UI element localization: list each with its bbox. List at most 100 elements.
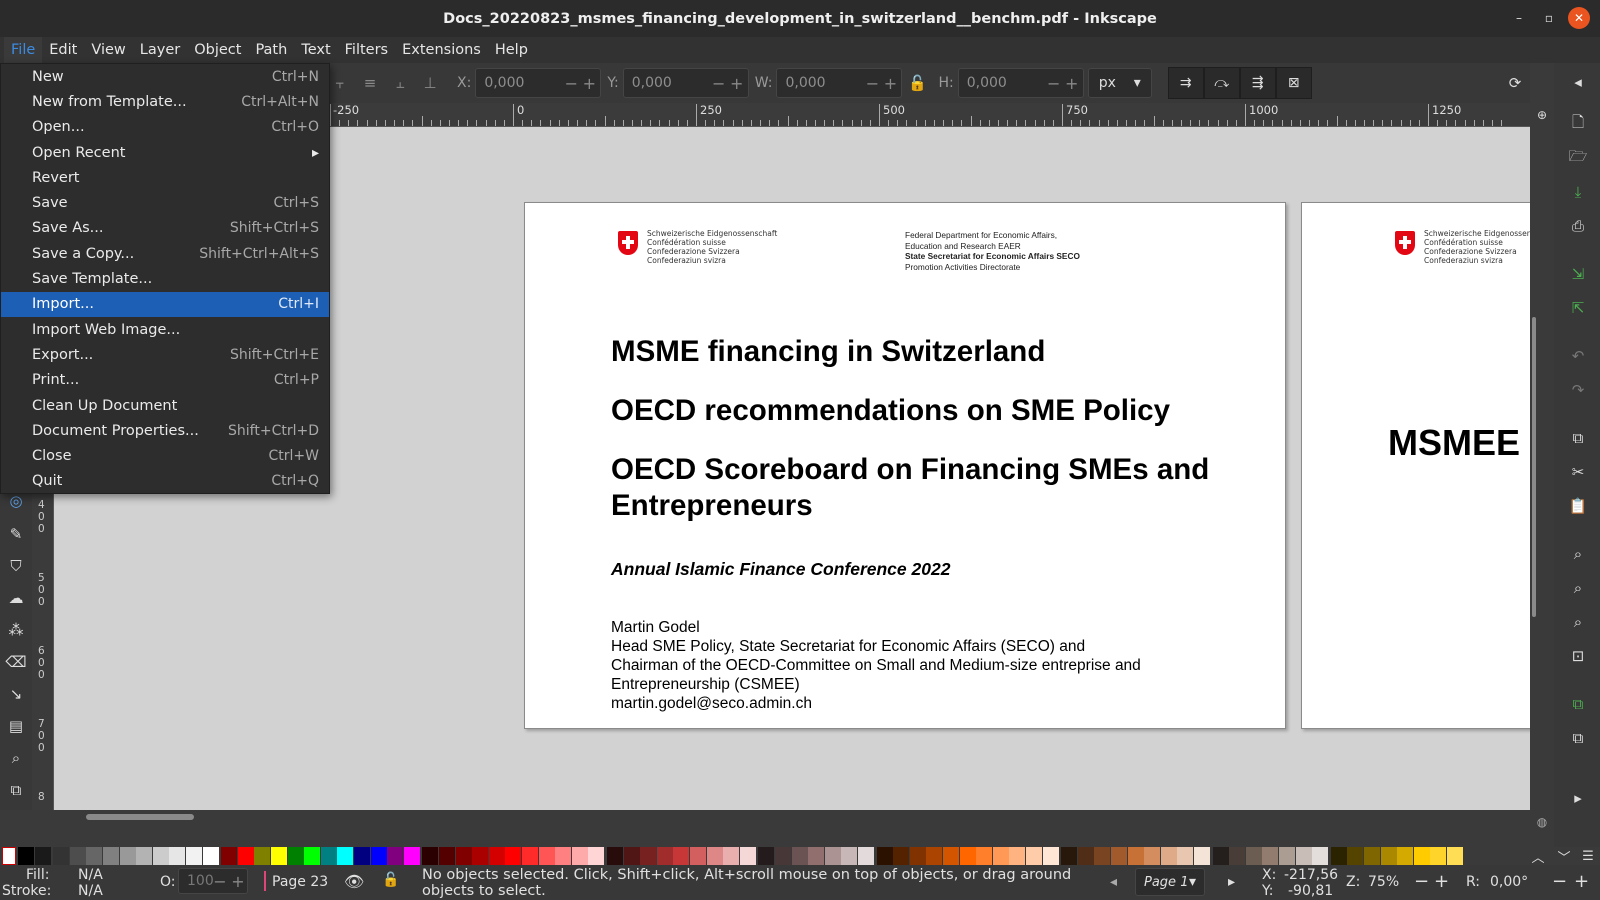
opacity-field[interactable]: 100 − + <box>178 868 248 894</box>
color-swatch[interactable] <box>1077 847 1094 865</box>
color-swatch[interactable] <box>505 847 522 865</box>
color-swatch[interactable] <box>69 847 86 865</box>
tweak-icon[interactable]: ☁ <box>3 585 29 611</box>
color-swatch[interactable] <box>623 847 640 865</box>
color-swatch[interactable] <box>488 847 505 865</box>
x-decrement-button[interactable]: − <box>562 69 580 97</box>
color-swatch[interactable] <box>571 847 588 865</box>
rotation-value[interactable]: 0,00° <box>1490 874 1528 890</box>
y-field[interactable]: 0,000 − + <box>622 68 749 98</box>
color-swatch[interactable] <box>271 847 287 865</box>
palette-menu-icon[interactable]: ☰ <box>1576 847 1600 865</box>
color-swatch[interactable] <box>739 847 756 865</box>
chevron-right-icon[interactable]: ▸ <box>1565 785 1591 811</box>
color-swatch[interactable] <box>808 847 825 865</box>
align-baseline-icon[interactable]: ⊥ <box>415 68 445 98</box>
color-swatch[interactable] <box>1111 847 1127 865</box>
zoom-value[interactable]: 75% <box>1368 874 1399 890</box>
opacity-increment-button[interactable]: + <box>229 869 247 893</box>
print-icon[interactable]: ⎙ <box>1565 213 1591 239</box>
color-swatch[interactable] <box>1144 847 1161 865</box>
color-swatch[interactable] <box>370 847 387 865</box>
move-gradients-icon[interactable]: ⇶ <box>1239 67 1276 99</box>
color-swatch[interactable] <box>304 847 321 865</box>
pages-icon[interactable]: ▤ <box>3 713 29 739</box>
menu-item-new-from-template[interactable]: New from Template... Ctrl+Alt+N <box>1 89 329 114</box>
menu-path[interactable]: Path <box>248 37 294 63</box>
paste-icon[interactable]: 📋 <box>1565 493 1591 519</box>
color-swatch[interactable] <box>555 847 572 865</box>
color-swatch[interactable] <box>1094 847 1111 865</box>
color-swatch[interactable] <box>1160 847 1177 865</box>
color-swatch[interactable] <box>1009 847 1026 865</box>
align-bottom-icon[interactable]: ⫠ <box>385 68 415 98</box>
menu-item-document-properties[interactable]: Document Properties... Shift+Ctrl+D <box>1 418 329 443</box>
menu-extensions[interactable]: Extensions <box>395 37 488 63</box>
zoom-out-button[interactable]: − <box>1414 871 1429 892</box>
color-swatch[interactable] <box>472 847 489 865</box>
zoom-correction-icon[interactable]: ⊕ <box>1530 103 1554 127</box>
y-decrement-button[interactable]: − <box>710 69 728 97</box>
w-field[interactable]: 0,000 − + <box>776 68 903 98</box>
menu-item-quit[interactable]: Quit Ctrl+Q <box>1 469 329 494</box>
scale-stroke-icon[interactable]: ⇉ <box>1167 67 1204 99</box>
document-page[interactable]: Schweizerische Eidgenossenschaft Confédé… <box>524 202 1286 729</box>
color-swatch[interactable] <box>1430 847 1447 865</box>
vertical-scrollbar[interactable] <box>1530 127 1538 810</box>
clone-icon[interactable]: ⧉ <box>3 777 29 803</box>
h-increment-button[interactable]: + <box>1063 69 1081 97</box>
opacity-decrement-button[interactable]: − <box>211 869 229 893</box>
connector-icon[interactable]: ↘ <box>3 681 29 707</box>
h-field[interactable]: 0,000 − + <box>957 68 1084 98</box>
color-swatch[interactable] <box>588 847 605 865</box>
menu-item-new[interactable]: New Ctrl+N <box>1 64 329 89</box>
color-swatch[interactable] <box>403 847 420 865</box>
color-swatch[interactable] <box>86 847 103 865</box>
color-swatch[interactable] <box>1347 847 1364 865</box>
color-swatch[interactable] <box>876 847 893 865</box>
color-swatch[interactable] <box>640 847 657 865</box>
color-swatch[interactable] <box>320 847 337 865</box>
menu-item-save-as[interactable]: Save As... Shift+Ctrl+S <box>1 216 329 241</box>
expand-panel-icon[interactable]: ◂ <box>1565 69 1591 95</box>
color-swatch[interactable] <box>1212 847 1229 865</box>
no-paint-swatch[interactable] <box>2 847 16 865</box>
color-management-icon[interactable]: ◍ <box>1530 810 1554 834</box>
lock-icon[interactable]: 🔓 <box>382 872 399 888</box>
copy-icon[interactable]: ⧉ <box>1565 425 1591 451</box>
color-swatch[interactable] <box>152 847 169 865</box>
open-folder-icon[interactable]: 🗁 <box>1565 145 1591 171</box>
chevron-up-icon[interactable]: ︿ <box>1526 847 1550 866</box>
menu-item-open-recent[interactable]: Open Recent ▸ <box>1 140 329 165</box>
color-swatch[interactable] <box>1061 847 1078 865</box>
maximize-button[interactable]: ▫ <box>1538 7 1560 29</box>
menu-item-revert[interactable]: Revert <box>1 165 329 190</box>
menu-item-import-web-image[interactable]: Import Web Image... <box>1 317 329 342</box>
color-swatch[interactable] <box>186 847 202 865</box>
color-swatch[interactable] <box>1413 847 1430 865</box>
close-button[interactable]: ✕ <box>1568 7 1590 29</box>
color-swatch[interactable] <box>202 847 219 865</box>
menu-filters[interactable]: Filters <box>338 37 395 63</box>
color-swatch[interactable] <box>690 847 706 865</box>
color-swatch[interactable] <box>1312 847 1329 865</box>
color-swatch[interactable] <box>422 847 439 865</box>
x-field[interactable]: 0,000 − + <box>475 68 602 98</box>
cut-icon[interactable]: ✂ <box>1565 459 1591 485</box>
horizontal-scroll-thumb[interactable] <box>86 814 194 820</box>
color-swatch[interactable] <box>103 847 119 865</box>
color-swatch[interactable] <box>1177 847 1194 865</box>
w-increment-button[interactable]: + <box>881 69 899 97</box>
y-increment-button[interactable]: + <box>728 69 746 97</box>
color-swatch[interactable] <box>1262 847 1279 865</box>
menu-view[interactable]: View <box>84 37 132 63</box>
menu-text[interactable]: Text <box>294 37 337 63</box>
menu-object[interactable]: Object <box>187 37 248 63</box>
zoom-drawing-icon[interactable]: ⌕ <box>1565 575 1591 601</box>
color-swatch[interactable] <box>221 847 238 865</box>
unit-select[interactable]: px ▾ <box>1087 68 1152 98</box>
color-swatch[interactable] <box>1127 847 1144 865</box>
menu-item-close[interactable]: Close Ctrl+W <box>1 443 329 468</box>
menu-item-save-a-copy[interactable]: Save a Copy... Shift+Ctrl+Alt+S <box>1 241 329 266</box>
zoom-page-icon[interactable]: ⌕ <box>1565 609 1591 635</box>
